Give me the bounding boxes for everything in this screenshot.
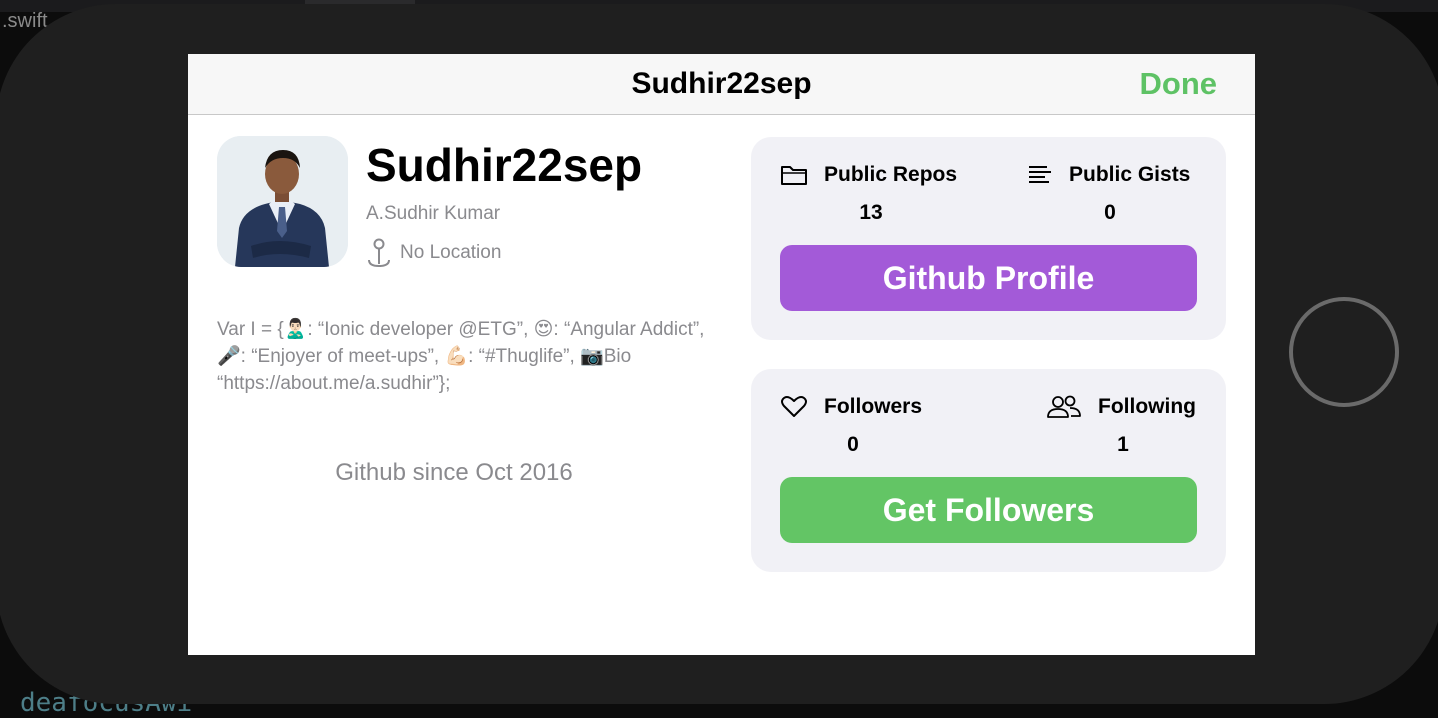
public-repos-stat: Public Repos [780,163,970,187]
following-label: Following [1098,395,1196,418]
two-people-icon [1047,395,1081,418]
location-text: No Location [400,242,502,263]
navigation-bar: Sudhir22sep Done [188,54,1255,115]
profile-location: No Location [366,238,501,268]
following-stat: Following [1046,395,1216,419]
profile-username: Sudhir22sep [366,139,643,191]
profile-bio: Var I = {🙎🏻‍♂️: “Ionic developer @ETG”, … [217,319,705,394]
public-gists-label: Public Gists [1069,163,1191,186]
following-count: 1 [1117,433,1129,456]
home-button[interactable] [1289,297,1399,407]
done-button[interactable]: Done [1140,66,1218,102]
heart-icon [781,396,807,417]
get-followers-button[interactable]: Get Followers [780,477,1197,543]
followers-label: Followers [824,395,923,418]
map-pin-icon [368,238,390,268]
follow-info-card: Followers 0 Following 1 Get Followers [751,369,1226,572]
followers-stat: Followers [780,395,970,419]
nav-title: Sudhir22sep [631,67,812,100]
repo-info-card: Public Repos 13 Public Gists 0 Github Pr… [751,137,1226,340]
member-since: Github since Oct 2016 [335,459,573,486]
public-repos-label: Public Repos [824,163,958,186]
public-repos-count: 13 [859,201,883,224]
avatar [217,136,348,267]
followers-count: 0 [847,433,859,456]
public-gists-count: 0 [1104,201,1116,224]
profile-full-name: A.Sudhir Kumar [366,203,501,224]
github-profile-button[interactable]: Github Profile [780,245,1197,311]
avatar-image [217,136,348,267]
text-lines-icon [1029,166,1051,183]
public-gists-stat: Public Gists [1027,163,1217,187]
folder-icon [781,166,807,185]
app-screen: Sudhir22sep Done Sudhir22sep A.Sudhir Ku… [188,54,1255,655]
